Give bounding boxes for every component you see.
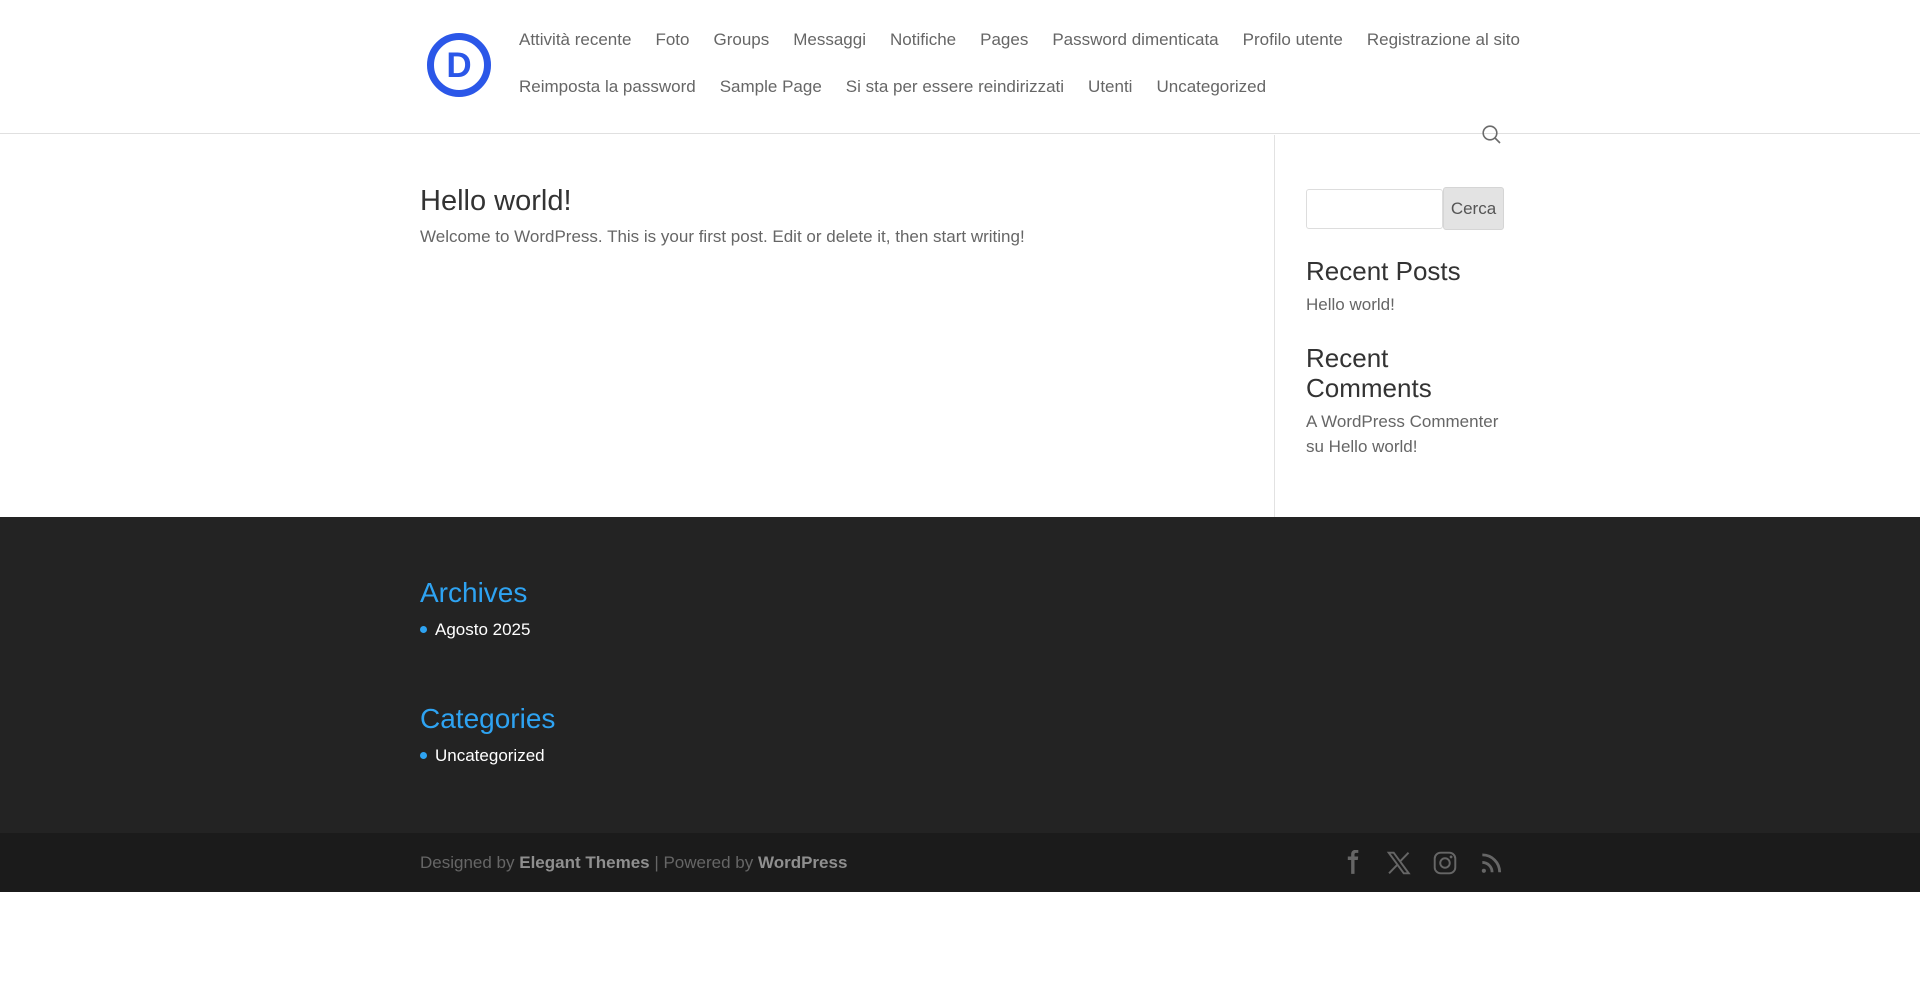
main-nav-row-2: Reimposta la password Sample Page Si sta…: [519, 77, 1266, 96]
rss-icon[interactable]: [1478, 850, 1504, 876]
category-link-label: Uncategorized: [435, 746, 545, 765]
footer-credits: Designed by Elegant Themes | Powered by …: [420, 833, 847, 892]
archive-link-label: Agosto 2025: [435, 620, 530, 639]
nav-item-password-dimenticata[interactable]: Password dimenticata: [1052, 30, 1218, 49]
recent-comments-list: A WordPress Commenter su Hello world!: [1306, 409, 1504, 459]
recent-comment-link[interactable]: A WordPress Commenter su Hello world!: [1306, 409, 1504, 459]
nav-item-sample-page[interactable]: Sample Page: [720, 77, 822, 96]
site-header: D Attività recente Foto Groups Messaggi …: [0, 0, 1920, 134]
x-twitter-icon[interactable]: [1386, 850, 1412, 876]
elegant-themes-link[interactable]: Elegant Themes: [519, 853, 649, 872]
post-excerpt: Welcome to WordPress. This is your first…: [420, 225, 1200, 249]
nav-item-reimposta-la-password[interactable]: Reimposta la password: [519, 77, 696, 96]
nav-item-utenti[interactable]: Utenti: [1088, 77, 1132, 96]
categories-title[interactable]: Categories: [420, 702, 1500, 736]
categories-list: Uncategorized: [420, 744, 1500, 768]
credit-prefix: Designed by: [420, 853, 519, 872]
footer-widget-categories: Categories Uncategorized: [420, 702, 1500, 768]
recent-post-link[interactable]: Hello world!: [1306, 292, 1504, 317]
archive-link[interactable]: Agosto 2025: [420, 618, 1500, 642]
nav-item-uncategorized[interactable]: Uncategorized: [1156, 77, 1266, 96]
archives-title[interactable]: Archives: [420, 576, 1500, 610]
nav-item-groups[interactable]: Groups: [713, 30, 769, 49]
divi-logo-icon: D: [426, 32, 492, 98]
nav-item-registrazione-al-sito[interactable]: Registrazione al sito: [1367, 30, 1520, 49]
search-input[interactable]: [1306, 189, 1443, 229]
bullet-dot: [420, 752, 427, 759]
bullet-dot: [420, 626, 427, 633]
site-logo[interactable]: D: [426, 32, 492, 98]
footer-bottom-bar: Designed by Elegant Themes | Powered by …: [0, 833, 1920, 892]
credit-middle: | Powered by: [650, 853, 758, 872]
logo-letter: D: [446, 46, 471, 85]
nav-item-si-sta-per-essere-reindirizzati[interactable]: Si sta per essere reindirizzati: [846, 77, 1064, 96]
nav-item-messaggi[interactable]: Messaggi: [793, 30, 866, 49]
facebook-icon[interactable]: [1340, 850, 1366, 876]
social-links: [1340, 833, 1504, 892]
main-content-area: Hello world! Welcome to WordPress. This …: [0, 135, 1920, 517]
archives-list: Agosto 2025: [420, 618, 1500, 642]
nav-item-attivita-recente[interactable]: Attività recente: [519, 30, 631, 49]
sidebar-divider: [1274, 135, 1275, 517]
main-nav-row-1: Attività recente Foto Groups Messaggi No…: [519, 30, 1520, 49]
recent-posts-list: Hello world!: [1306, 292, 1504, 317]
footer-widgets: Archives Agosto 2025 Categories Uncatego…: [420, 576, 1500, 768]
post-article: Hello world! Welcome to WordPress. This …: [420, 183, 1200, 249]
post-title-link[interactable]: Hello world!: [420, 183, 1200, 219]
nav-item-notifiche[interactable]: Notifiche: [890, 30, 956, 49]
wordpress-link[interactable]: WordPress: [758, 853, 847, 872]
nav-item-foto[interactable]: Foto: [655, 30, 689, 49]
nav-item-pages[interactable]: Pages: [980, 30, 1028, 49]
recent-comments-title: Recent Comments: [1306, 343, 1504, 403]
sidebar: Cerca Recent Posts Hello world! Recent C…: [1306, 187, 1504, 459]
nav-item-profilo-utente[interactable]: Profilo utente: [1243, 30, 1343, 49]
instagram-icon[interactable]: [1432, 850, 1458, 876]
search-submit-button[interactable]: Cerca: [1443, 187, 1504, 230]
search-icon[interactable]: [1480, 123, 1504, 147]
site-footer: Archives Agosto 2025 Categories Uncatego…: [0, 517, 1920, 833]
footer-widget-archives: Archives Agosto 2025: [420, 576, 1500, 642]
category-link[interactable]: Uncategorized: [420, 744, 1500, 768]
recent-posts-title: Recent Posts: [1306, 256, 1504, 286]
sidebar-search-form: Cerca: [1306, 187, 1504, 230]
